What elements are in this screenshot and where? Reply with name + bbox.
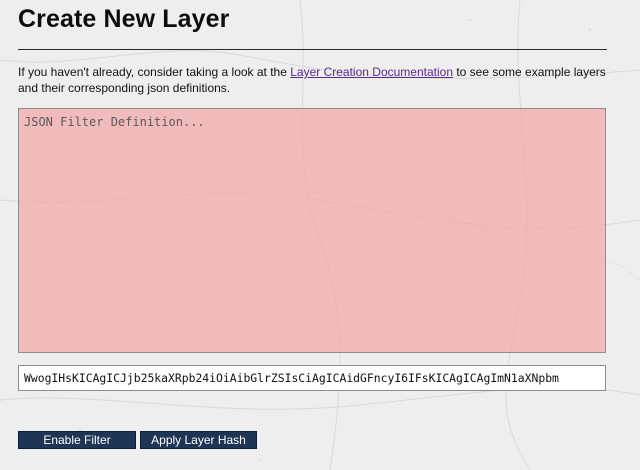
layer-creation-docs-link[interactable]: Layer Creation Documentation (290, 65, 453, 79)
title-divider (18, 49, 607, 50)
create-layer-panel: Create New Layer If you haven't already,… (0, 0, 640, 470)
layer-hash-input[interactable] (18, 365, 606, 391)
enable-filter-button[interactable]: Enable Filter (18, 431, 136, 449)
intro-text: If you haven't already, consider taking … (18, 65, 608, 96)
apply-layer-hash-button[interactable]: Apply Layer Hash (140, 431, 257, 449)
intro-text-before: If you haven't already, consider taking … (18, 65, 291, 79)
page-title: Create New Layer (18, 5, 230, 33)
json-filter-definition-input[interactable] (18, 108, 606, 353)
